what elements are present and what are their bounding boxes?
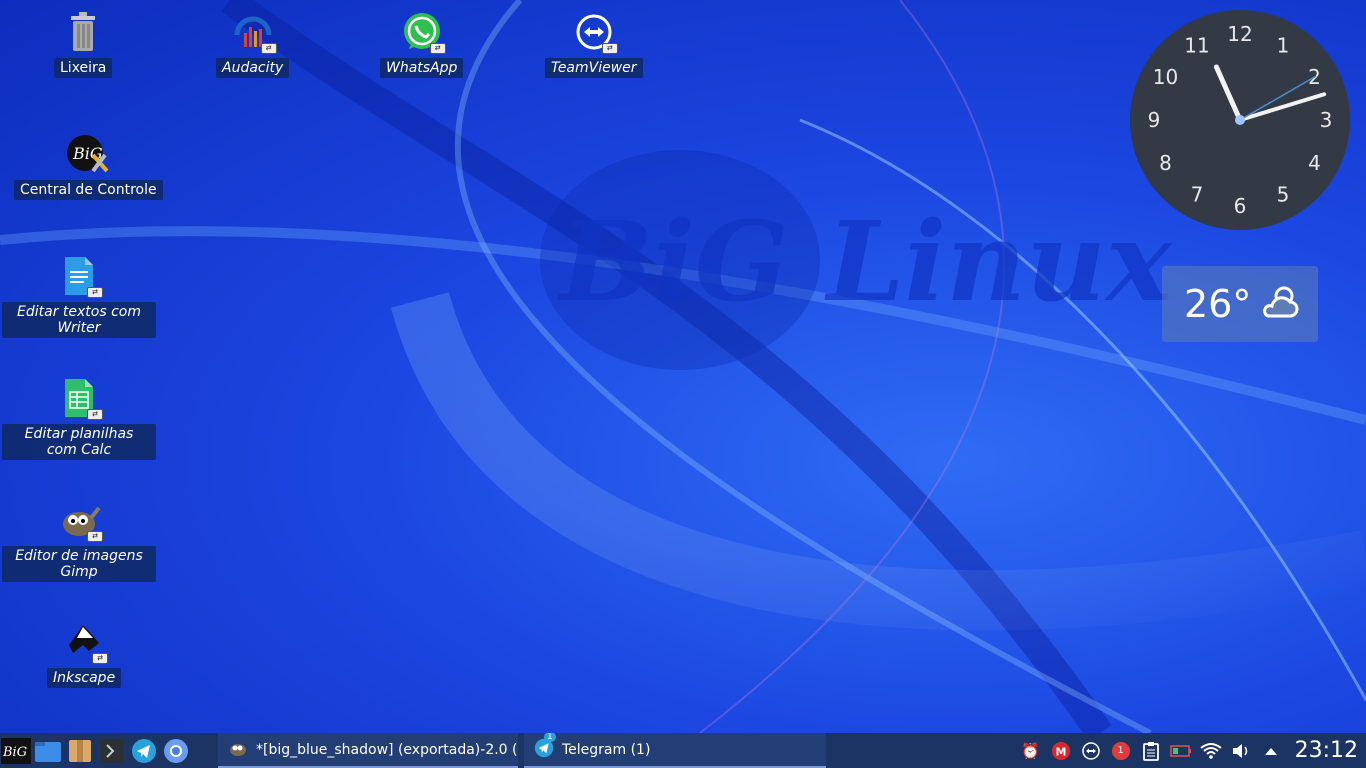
clock-number: 12 — [1227, 22, 1252, 46]
clock-number: 8 — [1159, 151, 1172, 175]
desktop-icon-calc[interactable]: ⇄ Editar planilhas com Calc — [2, 374, 156, 460]
task-title: Telegram (1) — [562, 741, 651, 758]
desktop-icon-lixeira[interactable]: Lixeira — [54, 8, 113, 78]
notification-count: 1 — [1117, 745, 1124, 756]
desktop-icon-label: Audacity — [216, 58, 290, 78]
teamviewer-icon[interactable] — [1079, 739, 1103, 763]
clock-number: 3 — [1320, 108, 1333, 132]
desktop-icon-central-de-controle[interactable]: BiG Central de Controle — [14, 130, 163, 200]
clock-center-pin — [1235, 115, 1245, 125]
desktop-icon-teamviewer[interactable]: ⇄ TeamViewer — [545, 8, 643, 78]
chromium-icon[interactable] — [160, 733, 192, 768]
desktop-icon-label: TeamViewer — [545, 58, 643, 78]
desktop-icon-inkscape[interactable]: ⇄ Inkscape — [47, 618, 122, 688]
volume-icon[interactable] — [1229, 739, 1253, 763]
file-manager-icon[interactable] — [32, 733, 64, 768]
battery-icon[interactable] — [1169, 739, 1193, 763]
whatsapp-icon: ⇄ — [398, 8, 446, 56]
link-badge-icon: ⇄ — [260, 43, 277, 54]
trash-icon — [59, 8, 107, 56]
desktop-icon-label: Editor de imagens Gimp — [2, 546, 156, 582]
weather-widget[interactable]: 26° — [1162, 266, 1318, 342]
unread-badge: 1 — [544, 733, 556, 742]
calc-icon: ⇄ — [55, 374, 103, 422]
teamviewer-icon: ⇄ — [570, 8, 618, 56]
archive-icon[interactable] — [64, 733, 96, 768]
wifi-icon[interactable] — [1199, 739, 1223, 763]
svg-text:BiG: BiG — [2, 745, 27, 760]
clock-number: 11 — [1184, 34, 1209, 58]
clock-number: 4 — [1308, 151, 1321, 175]
alarm-icon[interactable]: ⏰ — [1019, 739, 1043, 763]
link-badge-icon: ⇄ — [601, 43, 618, 54]
analog-clock-widget[interactable]: 12 1234567891011 — [1128, 8, 1352, 232]
link-badge-icon: ⇄ — [87, 531, 103, 542]
desktop-icon-whatsapp[interactable]: ⇄ WhatsApp — [380, 8, 464, 78]
control-center-icon: BiG — [64, 130, 112, 178]
writer-icon: ⇄ — [55, 252, 103, 300]
taskbar-clock[interactable]: 23:12 — [1295, 738, 1358, 763]
link-badge-icon: ⇄ — [429, 43, 446, 54]
desktop-icon-label: Inkscape — [47, 668, 122, 688]
desktop-icon-label: Editar textos com Writer — [2, 302, 156, 338]
task-telegram[interactable]: 1 Telegram (1) — [524, 733, 826, 768]
task-gimp[interactable]: *[big_blue_shadow] (exportada)-2.0 (C... — [218, 733, 518, 768]
gimp-icon: ⇄ — [55, 496, 103, 544]
desktop-icon-label: Lixeira — [54, 58, 113, 78]
mega-icon[interactable]: M — [1049, 739, 1073, 763]
link-badge-icon: ⇄ — [87, 409, 103, 420]
weather-temperature: 26° — [1184, 282, 1252, 326]
inkscape-icon: ⇄ — [60, 618, 109, 666]
desktop-icon-label: Central de Controle — [14, 180, 163, 200]
desktop-icon-label: Editar planilhas com Calc — [2, 424, 156, 460]
biglinux-menu-icon[interactable]: BiG — [0, 733, 32, 768]
link-badge-icon: ⇄ — [87, 287, 103, 298]
desktop-icon-label: WhatsApp — [380, 58, 464, 78]
clipboard-icon[interactable] — [1139, 739, 1163, 763]
tray-expand-icon[interactable] — [1259, 739, 1283, 763]
telegram-icon[interactable] — [128, 733, 160, 768]
clock-number: 5 — [1277, 182, 1290, 206]
partly-cloudy-icon — [1260, 284, 1300, 324]
desktop-icon-audacity[interactable]: ⇄ Audacity — [216, 8, 290, 78]
clock-number: 6 — [1234, 194, 1247, 218]
desktop-icon-gimp[interactable]: ⇄ Editor de imagens Gimp — [2, 496, 156, 582]
link-badge-icon: ⇄ — [92, 653, 109, 664]
clock-number: 7 — [1191, 182, 1204, 206]
clock-number: 10 — [1153, 65, 1178, 89]
clock-number: 1 — [1277, 34, 1290, 58]
clock-number: 9 — [1148, 108, 1161, 132]
desktop-icon-writer[interactable]: ⇄ Editar textos com Writer — [2, 252, 156, 338]
system-tray: ⏰ M 1 23:12 — [1019, 733, 1366, 768]
audacity-icon: ⇄ — [229, 8, 277, 56]
task-title: *[big_blue_shadow] (exportada)-2.0 (C... — [256, 741, 518, 758]
taskbar: BiG *[big_blue_shadow] (exportada)-2.0 (… — [0, 733, 1366, 768]
wallpaper-logo: BiG Linux — [557, 197, 1173, 326]
notifications-icon[interactable]: 1 — [1109, 739, 1133, 763]
gimp-icon — [228, 739, 248, 761]
svg-text:M: M — [1055, 745, 1066, 758]
terminal-icon[interactable] — [96, 733, 128, 768]
telegram-icon: 1 — [534, 733, 556, 762]
